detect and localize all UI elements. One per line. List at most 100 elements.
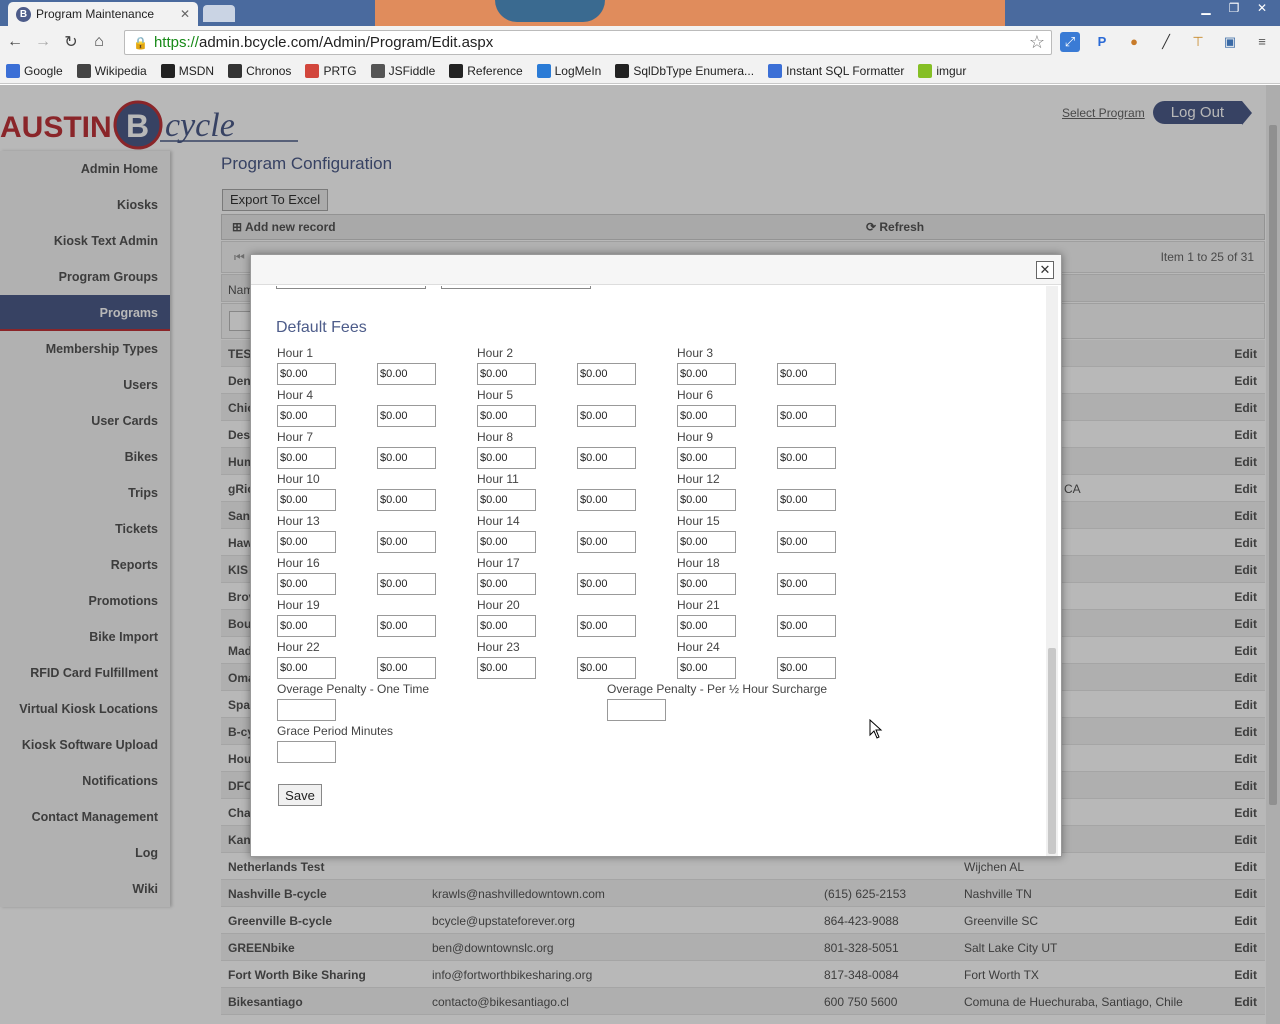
sidebar-item-contact-management[interactable]: Contact Management (0, 799, 170, 835)
sidebar-item-promotions[interactable]: Promotions (0, 583, 170, 619)
bookmark-item[interactable]: SqlDbType Enumera... (615, 63, 754, 78)
sidebar-item-log[interactable]: Log (0, 835, 170, 871)
hour-fee-secondary-input[interactable] (777, 615, 836, 637)
hour-fee-input[interactable] (277, 657, 336, 679)
hour-fee-secondary-input[interactable] (377, 573, 436, 595)
browser-tab-active[interactable]: B Program Maintenance ✕ (8, 2, 198, 26)
hour-fee-input[interactable] (677, 363, 736, 385)
hour-fee-input[interactable] (477, 363, 536, 385)
hour-fee-secondary-input[interactable] (377, 657, 436, 679)
select-program-link[interactable]: Select Program (1062, 106, 1145, 120)
row-edit-link[interactable]: Edit (1234, 563, 1257, 577)
bookmark-item[interactable]: JSFiddle (370, 63, 435, 78)
row-edit-link[interactable]: Edit (1234, 698, 1257, 712)
row-edit-link[interactable]: Edit (1234, 914, 1257, 928)
hour-fee-secondary-input[interactable] (577, 447, 636, 469)
refresh-button[interactable]: ⟳ Refresh (866, 220, 924, 234)
hour-fee-input[interactable] (477, 657, 536, 679)
bookmark-star-icon[interactable]: ☆ (1029, 32, 1045, 53)
hour-fee-input[interactable] (277, 363, 336, 385)
sidebar-item-kiosk-software-upload[interactable]: Kiosk Software Upload (0, 727, 170, 763)
hour-fee-secondary-input[interactable] (377, 405, 436, 427)
partial-field[interactable] (276, 286, 426, 289)
row-edit-link[interactable]: Edit (1234, 806, 1257, 820)
bookmark-item[interactable]: PRTG (305, 63, 357, 78)
row-edit-link[interactable]: Edit (1234, 941, 1257, 955)
home-icon[interactable]: ⌂ (86, 29, 112, 55)
export-to-excel-button[interactable]: Export To Excel (222, 189, 329, 211)
row-edit-link[interactable]: Edit (1234, 860, 1257, 874)
page-scrollbar[interactable] (1266, 85, 1280, 1024)
new-tab-button[interactable] (203, 5, 235, 22)
row-edit-link[interactable]: Edit (1234, 428, 1257, 442)
hour-fee-input[interactable] (677, 573, 736, 595)
hour-fee-secondary-input[interactable] (777, 573, 836, 595)
row-edit-link[interactable]: Edit (1234, 833, 1257, 847)
hour-fee-secondary-input[interactable] (577, 405, 636, 427)
filter-input[interactable] (229, 311, 251, 331)
extension-arrows-icon[interactable]: ⤢ (1060, 32, 1080, 52)
hour-fee-secondary-input[interactable] (377, 531, 436, 553)
hour-fee-input[interactable] (477, 615, 536, 637)
hour-fee-input[interactable] (677, 657, 736, 679)
hour-fee-secondary-input[interactable] (577, 573, 636, 595)
hour-fee-secondary-input[interactable] (777, 405, 836, 427)
hour-fee-secondary-input[interactable] (377, 615, 436, 637)
sidebar-item-tickets[interactable]: Tickets (0, 511, 170, 547)
hour-fee-input[interactable] (677, 615, 736, 637)
extension-card-icon[interactable]: ▣ (1220, 32, 1240, 52)
hour-fee-input[interactable] (277, 531, 336, 553)
save-button[interactable]: Save (278, 784, 322, 806)
sidebar-item-bike-import[interactable]: Bike Import (0, 619, 170, 655)
overage-one-time-input[interactable] (277, 699, 336, 721)
bookmark-item[interactable]: Chronos (228, 63, 291, 78)
extension-ruler-icon[interactable]: ⊤ (1188, 32, 1208, 52)
hour-fee-secondary-input[interactable] (577, 615, 636, 637)
bookmark-item[interactable]: imgur (918, 63, 966, 78)
row-edit-link[interactable]: Edit (1234, 401, 1257, 415)
extension-p-icon[interactable]: P (1092, 32, 1112, 52)
menu-icon[interactable]: ≡ (1252, 32, 1272, 52)
hour-fee-input[interactable] (277, 489, 336, 511)
hour-fee-input[interactable] (677, 489, 736, 511)
sidebar-item-virtual-kiosk-locations[interactable]: Virtual Kiosk Locations (0, 691, 170, 727)
bookmark-item[interactable]: Wikipedia (76, 63, 147, 78)
hour-fee-secondary-input[interactable] (777, 489, 836, 511)
hour-fee-input[interactable] (477, 447, 536, 469)
sidebar-item-bikes[interactable]: Bikes (0, 439, 170, 475)
hour-fee-input[interactable] (677, 531, 736, 553)
hour-fee-secondary-input[interactable] (377, 447, 436, 469)
sidebar-item-program-groups[interactable]: Program Groups (0, 259, 170, 295)
row-edit-link[interactable]: Edit (1234, 779, 1257, 793)
add-new-record-button[interactable]: ⊞ Add new record (232, 220, 336, 234)
row-edit-link[interactable]: Edit (1234, 374, 1257, 388)
sidebar-item-rfid-card-fulfillment[interactable]: RFID Card Fulfillment (0, 655, 170, 691)
hour-fee-secondary-input[interactable] (377, 489, 436, 511)
hour-fee-input[interactable] (277, 447, 336, 469)
bookmark-item[interactable]: MSDN (160, 63, 214, 78)
sidebar-item-programs[interactable]: Programs (0, 295, 170, 331)
row-edit-link[interactable]: Edit (1234, 536, 1257, 550)
grace-period-input[interactable] (277, 741, 336, 763)
extension-eyedropper-icon[interactable]: ╱ (1156, 32, 1176, 52)
row-edit-link[interactable]: Edit (1234, 347, 1257, 361)
row-edit-link[interactable]: Edit (1234, 887, 1257, 901)
dialog-scrollbar[interactable] (1046, 286, 1058, 856)
bookmark-item[interactable]: Instant SQL Formatter (768, 63, 904, 78)
hour-fee-secondary-input[interactable] (577, 489, 636, 511)
hour-fee-secondary-input[interactable] (777, 363, 836, 385)
hour-fee-secondary-input[interactable] (377, 363, 436, 385)
row-edit-link[interactable]: Edit (1234, 590, 1257, 604)
sidebar-item-users[interactable]: Users (0, 367, 170, 403)
sidebar-item-trips[interactable]: Trips (0, 475, 170, 511)
pager-first-icon[interactable]: ⏮ (234, 250, 245, 265)
hour-fee-secondary-input[interactable] (577, 531, 636, 553)
hour-fee-secondary-input[interactable] (577, 363, 636, 385)
row-edit-link[interactable]: Edit (1234, 617, 1257, 631)
bookmark-item[interactable]: LogMeIn (536, 63, 601, 78)
hour-fee-input[interactable] (677, 447, 736, 469)
hour-fee-input[interactable] (477, 531, 536, 553)
close-window-icon[interactable]: ✕ (1250, 0, 1274, 18)
hour-fee-input[interactable] (277, 573, 336, 595)
hour-fee-input[interactable] (277, 615, 336, 637)
